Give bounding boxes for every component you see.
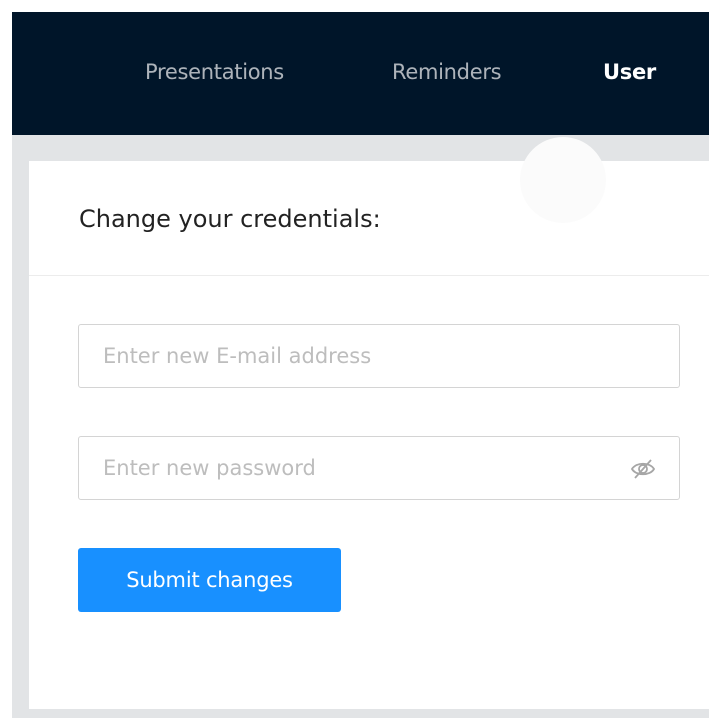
app-root: Presentations Reminders User Change your… <box>12 12 709 718</box>
top-navbar: Presentations Reminders User <box>12 12 709 135</box>
password-field[interactable] <box>79 437 609 499</box>
email-field-wrapper <box>78 324 680 388</box>
eye-invisible-icon[interactable] <box>629 457 657 481</box>
nav-item-user[interactable]: User <box>603 58 656 86</box>
card-title: Change your credentials: <box>79 205 381 233</box>
credentials-card: Change your credentials: Submit changes <box>29 137 709 709</box>
email-field[interactable] <box>79 325 679 387</box>
card-header: Change your credentials: <box>29 137 709 276</box>
password-field-wrapper <box>78 436 680 500</box>
submit-changes-button[interactable]: Submit changes <box>78 548 341 612</box>
nav-item-presentations[interactable]: Presentations <box>145 58 284 86</box>
nav-item-reminders[interactable]: Reminders <box>392 58 502 86</box>
avatar-placeholder <box>520 137 606 223</box>
